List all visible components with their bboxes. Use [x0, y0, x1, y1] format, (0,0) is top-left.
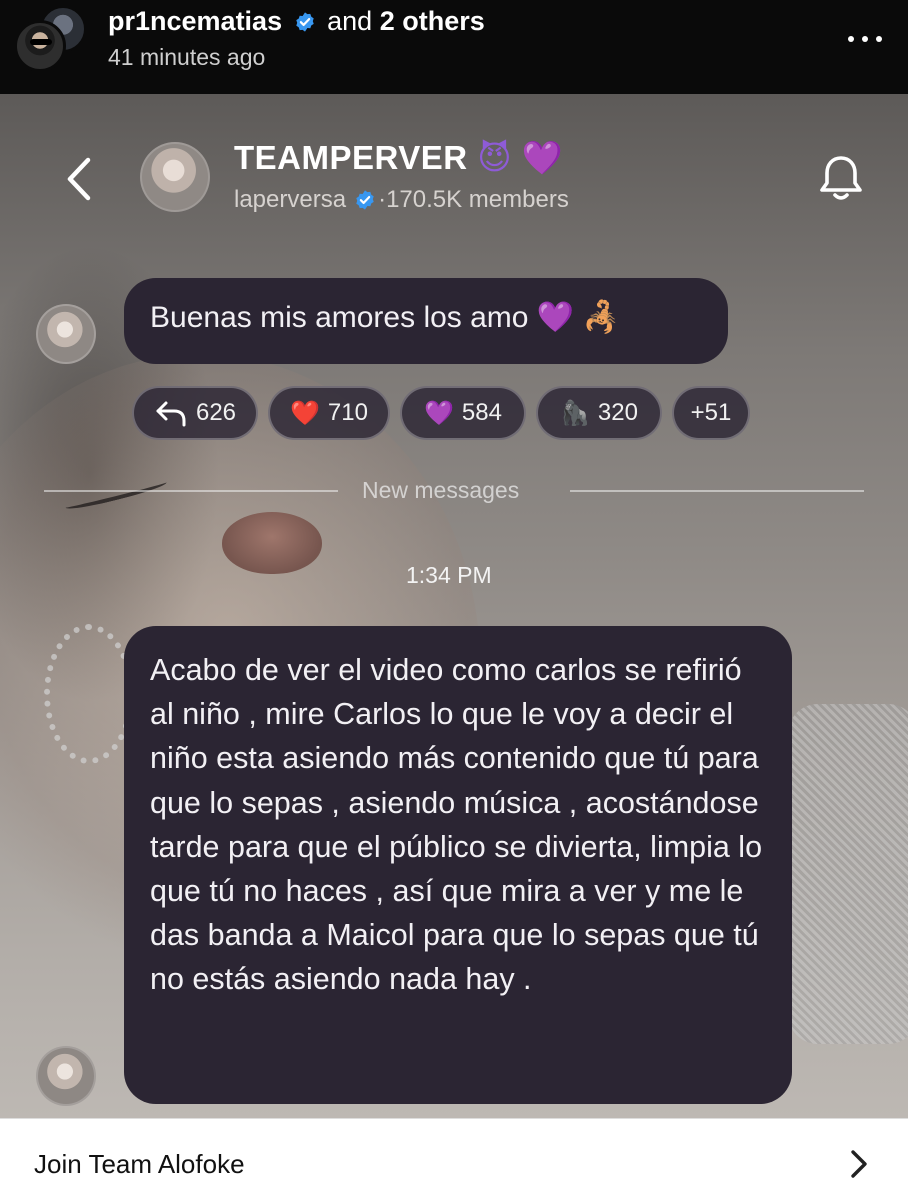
channel-meta: laperversa ·170.5K members: [234, 186, 569, 213]
purple-heart-icon: 💜: [424, 399, 454, 427]
and-text: and: [327, 6, 373, 36]
message-timestamp: 1:34 PM: [406, 562, 492, 588]
reaction-count: +51: [690, 399, 732, 426]
username-link[interactable]: pr1ncematias: [108, 6, 282, 36]
channel-avatar[interactable]: [140, 142, 210, 212]
reaction-more[interactable]: +51: [672, 386, 750, 440]
reaction-reply[interactable]: 626: [132, 386, 258, 440]
devil-emoji-icon: 😈: [477, 138, 513, 177]
reaction-purple-heart[interactable]: 💜 584: [400, 386, 526, 440]
more-options-icon[interactable]: [848, 30, 882, 46]
background-photo-earring: [44, 624, 134, 764]
reaction-count: 626: [195, 399, 237, 426]
others-link[interactable]: 2 others: [380, 6, 485, 36]
background-photo-shirt: [788, 704, 908, 1044]
divider-line-right: [570, 490, 864, 492]
post-time: 41 minutes ago: [108, 44, 266, 70]
channel-title: TEAMPERVER 😈 💜: [234, 138, 563, 178]
reaction-count: 584: [461, 399, 502, 426]
reaction-count: 320: [597, 399, 638, 426]
post-header: pr1ncematias and 2 others 41 minutes ago: [0, 0, 908, 94]
join-channel-bar[interactable]: Join Team Alofoke: [0, 1118, 908, 1200]
message-sender-avatar[interactable]: [36, 1046, 96, 1106]
join-channel-label: Join Team Alofoke: [34, 1149, 245, 1179]
collab-avatars[interactable]: [14, 6, 86, 76]
message-bubble[interactable]: Acabo de ver el video como carlos se ref…: [124, 626, 792, 1104]
channel-owner[interactable]: laperversa: [234, 186, 346, 213]
new-messages-divider-label: New messages: [362, 477, 520, 503]
gorilla-icon: 🦍: [560, 399, 590, 427]
channel-name: TEAMPERVER: [234, 139, 468, 176]
reaction-count: 710: [327, 399, 368, 426]
verified-badge-icon: [295, 12, 314, 32]
background-photo-lips: [222, 512, 322, 574]
avatar-primary: [14, 20, 66, 72]
post-title: pr1ncematias and 2 others: [108, 6, 485, 37]
reply-icon: [156, 401, 186, 427]
channel-members: 170.5K members: [386, 186, 569, 213]
verified-badge-icon: [356, 190, 374, 210]
red-heart-icon: ❤️: [290, 399, 320, 427]
back-arrow-icon[interactable]: [62, 156, 96, 202]
chevron-right-icon: [851, 1150, 867, 1178]
bell-icon[interactable]: [818, 152, 864, 204]
message-sender-avatar[interactable]: [36, 304, 96, 364]
reaction-red-heart[interactable]: ❤️ 710: [268, 386, 390, 440]
message-bubble[interactable]: Buenas mis amores los amo 💜 🦂: [124, 278, 728, 364]
broadcast-channel-screenshot: TEAMPERVER 😈 💜 laperversa ·170.5K member…: [0, 94, 908, 1118]
reaction-gorilla[interactable]: 🦍 320: [536, 386, 662, 440]
purple-heart-emoji-icon: 💜: [521, 138, 564, 177]
divider-line-left: [44, 490, 338, 492]
